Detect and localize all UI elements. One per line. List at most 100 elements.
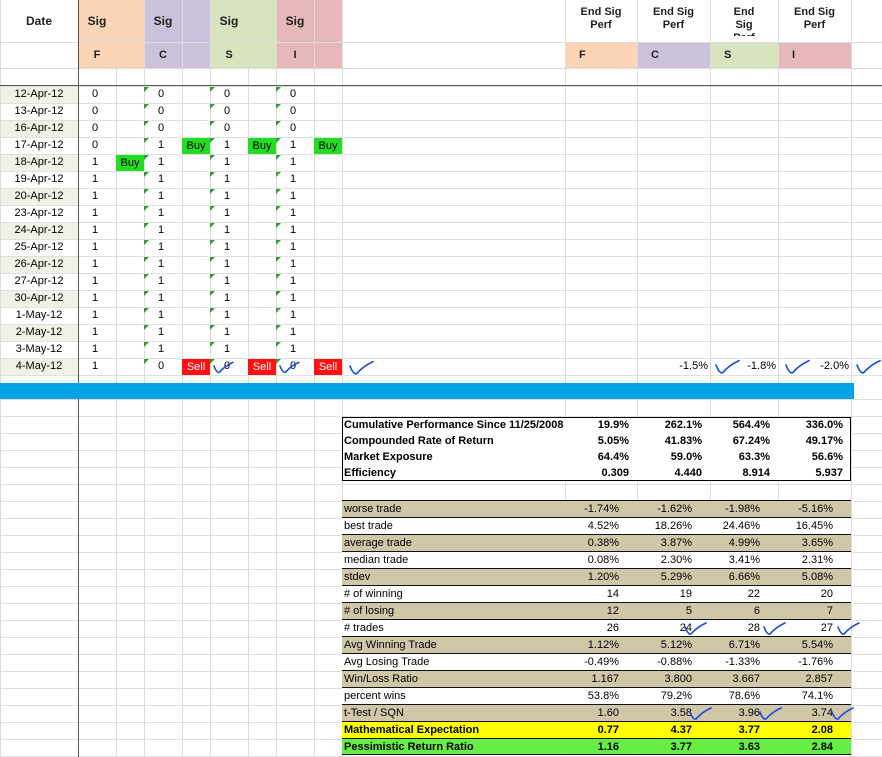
sig-fund-f: F — [93, 49, 101, 61]
cell-comment-marker — [144, 291, 149, 296]
end-sig-perf-header-i: End Sig Perf — [794, 6, 835, 31]
cell-comment-marker — [276, 223, 281, 228]
sell-signal-c[interactable]: Sell — [182, 359, 210, 375]
cell-comment-marker — [210, 104, 215, 109]
signal-i: 1 — [290, 173, 297, 185]
cell-comment-marker — [144, 240, 149, 245]
cell-comment-marker — [210, 359, 215, 364]
cell-comment-marker — [210, 325, 215, 330]
cell-comment-marker — [144, 121, 149, 126]
date-cell: 23-Apr-12 — [14, 207, 64, 219]
end-perf-c: -1.5% — [679, 360, 708, 372]
cell-comment-marker — [276, 308, 281, 313]
signal-c: 0 — [158, 360, 165, 372]
cell-comment-marker — [210, 155, 215, 160]
signal-c: 1 — [158, 190, 165, 202]
signal-i: 1 — [290, 292, 297, 304]
signal-i: 0 — [290, 88, 297, 100]
signal-f: 0 — [92, 122, 99, 134]
signal-i: 1 — [290, 224, 297, 236]
signal-s: 1 — [224, 275, 231, 287]
cell-comment-marker — [210, 291, 215, 296]
signal-f: 1 — [92, 258, 99, 270]
signal-s: 1 — [224, 156, 231, 168]
cell-comment-marker — [144, 223, 149, 228]
cell-comment-marker — [144, 325, 149, 330]
date-cell: 3-May-12 — [15, 343, 63, 355]
signal-f: 1 — [92, 241, 99, 253]
cell-comment-marker — [276, 155, 281, 160]
cell-comment-marker — [210, 342, 215, 347]
spreadsheet-grid: Date Sig F Sig C Sig S Sig I End Sig Perf F End Sig… — [0, 0, 882, 757]
cell-comment-marker — [276, 342, 281, 347]
signal-s: 1 — [224, 173, 231, 185]
signal-i: 0 — [290, 360, 297, 372]
cell-comment-marker — [210, 206, 215, 211]
signal-c: 0 — [158, 122, 165, 134]
signal-c: 1 — [158, 173, 165, 185]
signal-i: 1 — [290, 156, 297, 168]
signal-s: 1 — [224, 139, 231, 151]
date-cell: 24-Apr-12 — [14, 224, 64, 236]
cell-comment-marker — [276, 206, 281, 211]
signal-f: 1 — [92, 343, 99, 355]
cell-comment-marker — [210, 138, 215, 143]
cell-comment-marker — [144, 172, 149, 177]
signal-f: 0 — [92, 105, 99, 117]
cell-comment-marker — [144, 138, 149, 143]
cell-comment-marker — [276, 87, 281, 92]
signal-c: 1 — [158, 207, 165, 219]
signal-s: 1 — [224, 224, 231, 236]
cell-comment-marker — [210, 223, 215, 228]
signal-i: 1 — [290, 190, 297, 202]
date-cell: 25-Apr-12 — [14, 241, 64, 253]
sell-signal-s[interactable]: Sell — [248, 359, 276, 375]
buy-signal-s[interactable]: Buy — [248, 138, 276, 154]
signal-i: 1 — [290, 326, 297, 338]
cell-comment-marker — [276, 291, 281, 296]
cell-comment-marker — [276, 274, 281, 279]
date-cell: 1-May-12 — [15, 309, 63, 321]
cell-comment-marker — [276, 172, 281, 177]
date-cell: 12-Apr-12 — [14, 88, 64, 100]
signal-f: 1 — [92, 207, 99, 219]
cell-comment-marker — [144, 189, 149, 194]
signal-i: 1 — [290, 258, 297, 270]
perf-fund-f: F — [579, 49, 586, 61]
sell-signal-i[interactable]: Sell — [314, 359, 342, 375]
cell-comment-marker — [144, 155, 149, 160]
date-cell: 2-May-12 — [15, 326, 63, 338]
date-header: Date — [25, 14, 52, 28]
buy-signal-i[interactable]: Buy — [314, 138, 342, 154]
cell-comment-marker — [144, 342, 149, 347]
sig-fund-s: S — [225, 49, 233, 61]
signal-s: 0 — [224, 122, 231, 134]
signal-i: 1 — [290, 309, 297, 321]
signal-c: 0 — [158, 105, 165, 117]
signal-c: 1 — [158, 309, 165, 321]
buy-signal-c[interactable]: Buy — [182, 138, 210, 154]
cell-comment-marker — [144, 308, 149, 313]
signal-f: 0 — [92, 88, 99, 100]
cell-comment-marker — [144, 359, 149, 364]
date-cell: 13-Apr-12 — [14, 105, 64, 117]
signal-s: 1 — [224, 343, 231, 355]
signal-f: 1 — [92, 173, 99, 185]
cell-comment-marker — [210, 240, 215, 245]
signal-s: 1 — [224, 258, 231, 270]
buy-signal-f[interactable]: Buy — [116, 155, 144, 171]
summary-box — [342, 417, 851, 481]
cell-comment-marker — [276, 138, 281, 143]
cell-comment-marker — [276, 104, 281, 109]
cell-comment-marker — [144, 257, 149, 262]
end-perf-s: -1.8% — [747, 360, 776, 372]
signal-i: 1 — [290, 241, 297, 253]
signal-f: 0 — [92, 139, 99, 151]
signal-c: 1 — [158, 326, 165, 338]
sig-header-s: Sig — [219, 14, 239, 28]
signal-s: 1 — [224, 207, 231, 219]
date-cell: 4-May-12 — [15, 360, 63, 372]
signal-c: 1 — [158, 139, 165, 151]
signal-c: 0 — [158, 88, 165, 100]
signal-s: 1 — [224, 309, 231, 321]
